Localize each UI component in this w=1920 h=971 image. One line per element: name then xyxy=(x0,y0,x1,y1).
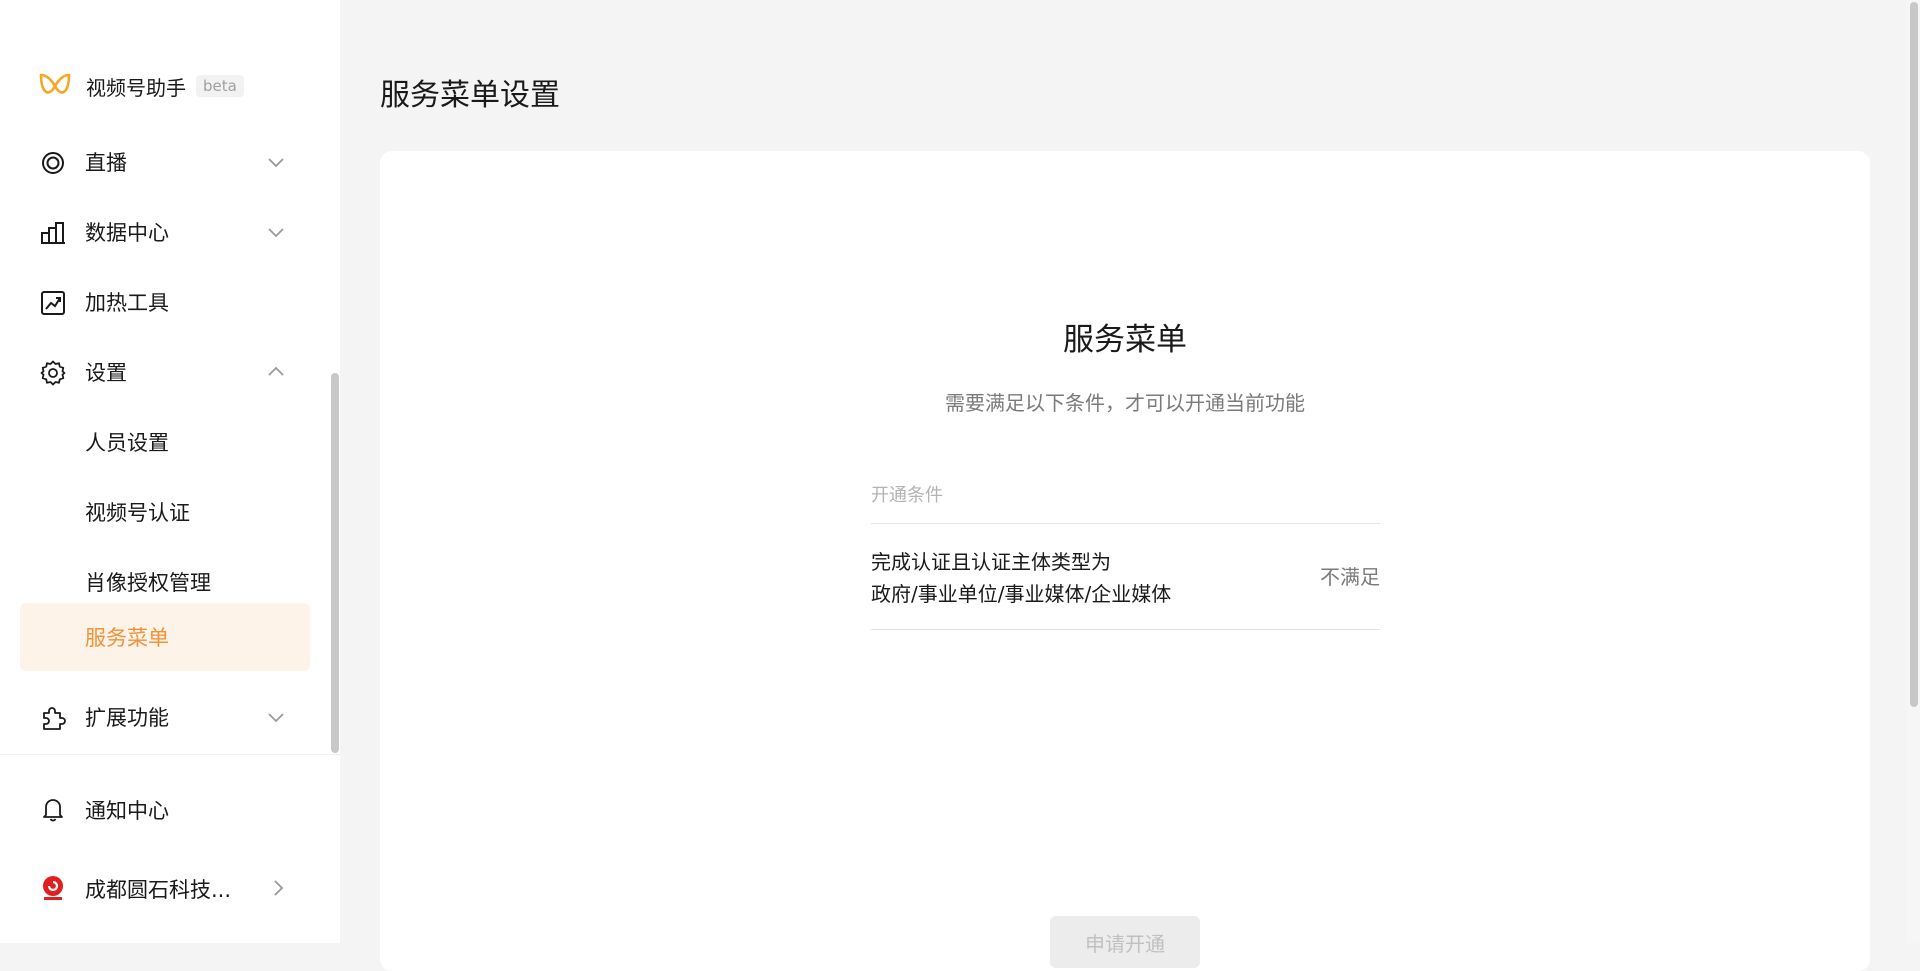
gear-icon xyxy=(40,360,66,386)
sidebar-item-promotion-tools[interactable]: 加热工具 xyxy=(20,268,310,336)
brand-name: 视频号助手 xyxy=(86,75,186,100)
sidebar-scrollbar[interactable] xyxy=(331,373,339,753)
account-name: 成都圆石科技... xyxy=(85,878,232,902)
conditions-header: 开通条件 xyxy=(871,471,1380,524)
chevron-down-icon xyxy=(268,158,284,168)
sidebar-item-label: 设置 xyxy=(85,361,127,385)
service-menu-card: 服务菜单 需要满足以下条件，才可以开通当前功能 开通条件 完成认证且认证主体类型… xyxy=(380,151,1870,971)
sidebar-item-label: 肖像授权管理 xyxy=(85,571,211,595)
card-title: 服务菜单 xyxy=(1063,322,1187,358)
apply-button[interactable]: 申请开通 xyxy=(1050,916,1200,968)
card-description: 需要满足以下条件，才可以开通当前功能 xyxy=(945,391,1305,415)
conditions-table: 开通条件 完成认证且认证主体类型为 政府/事业单位/事业媒体/企业媒体 不满足 xyxy=(871,471,1380,630)
chevron-right-icon xyxy=(274,880,284,896)
live-icon xyxy=(42,152,64,174)
notification-center-label: 通知中心 xyxy=(85,799,169,823)
bar-chart-icon xyxy=(41,222,65,244)
condition-text: 完成认证且认证主体类型为 政府/事业单位/事业媒体/企业媒体 xyxy=(871,546,1251,610)
brand[interactable]: 视频号助手 beta xyxy=(38,66,244,106)
sidebar-item-label: 加热工具 xyxy=(85,291,169,315)
page-title: 服务菜单设置 xyxy=(380,78,560,113)
sidebar-divider xyxy=(0,754,340,755)
sidebar-item-extensions[interactable]: 扩展功能 xyxy=(20,683,310,751)
sidebar-item-label: 数据中心 xyxy=(85,221,169,245)
sidebar-item-label: 服务菜单 xyxy=(85,626,169,650)
condition-status: 不满足 xyxy=(1320,565,1380,589)
sidebar-item-channel-verification[interactable]: 视频号认证 xyxy=(20,478,310,546)
chevron-down-icon xyxy=(268,713,284,723)
sidebar-item-label: 直播 xyxy=(85,151,127,175)
sidebar-nav: 直播 数据中心 加热工具 设置 人员设置 视频号认证 肖像授权管理 服务菜单 扩… xyxy=(0,128,340,753)
page-scrollbar-thumb[interactable] xyxy=(1910,2,1918,707)
condition-text-line: 政府/事业单位/事业媒体/企业媒体 xyxy=(871,582,1172,606)
puzzle-icon xyxy=(43,707,66,730)
sidebar-item-settings[interactable]: 设置 xyxy=(20,338,310,406)
condition-row: 完成认证且认证主体类型为 政府/事业单位/事业媒体/企业媒体 不满足 xyxy=(871,524,1380,630)
account-switcher[interactable]: 成都圆石科技... xyxy=(20,854,310,922)
beta-badge: beta xyxy=(196,75,244,97)
sidebar-item-data-center[interactable]: 数据中心 xyxy=(20,198,310,266)
sidebar-item-service-menu[interactable]: 服务菜单 xyxy=(20,603,310,671)
sidebar: 视频号助手 beta 直播 数据中心 加热工具 设置 人员设置 视频号认证 肖像… xyxy=(0,0,340,943)
sidebar-item-label: 扩展功能 xyxy=(85,706,169,730)
account-avatar-icon xyxy=(43,876,63,900)
sidebar-item-staff-settings[interactable]: 人员设置 xyxy=(20,408,310,476)
channels-logo-icon xyxy=(39,73,71,94)
trend-icon xyxy=(41,291,65,315)
bell-icon xyxy=(43,799,63,822)
sidebar-item-label: 人员设置 xyxy=(85,431,169,455)
chevron-up-icon xyxy=(268,366,284,376)
chevron-down-icon xyxy=(268,228,284,238)
condition-text-line: 完成认证且认证主体类型为 xyxy=(871,550,1111,574)
sidebar-item-label: 视频号认证 xyxy=(85,501,190,525)
sidebar-item-live[interactable]: 直播 xyxy=(20,128,310,196)
page-scrollbar-track xyxy=(1907,0,1920,943)
notification-center[interactable]: 通知中心 xyxy=(20,775,310,843)
